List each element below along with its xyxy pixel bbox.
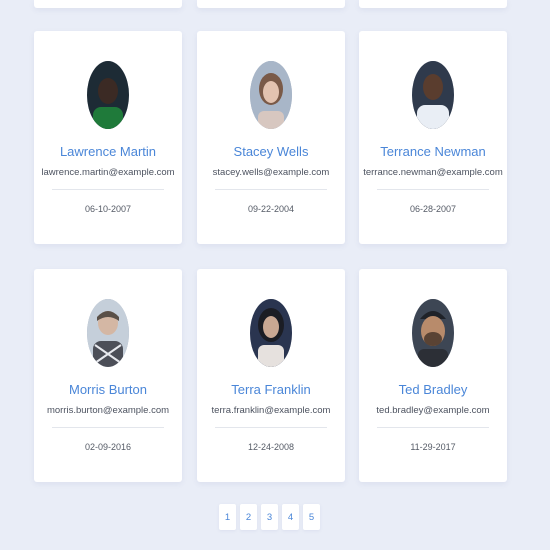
user-card[interactable]: Terra Franklin terra.franklin@example.co…: [197, 269, 345, 482]
avatar: [87, 61, 129, 129]
divider: [215, 189, 327, 190]
user-card[interactable]: Morris Burton morris.burton@example.com …: [34, 269, 182, 482]
page-button-1[interactable]: 1: [219, 504, 236, 530]
page-button-3[interactable]: 3: [261, 504, 278, 530]
person-photo-icon: [87, 61, 129, 129]
user-email: morris.burton@example.com: [46, 405, 170, 416]
user-email: lawrence.martin@example.com: [41, 167, 175, 178]
page-button-5[interactable]: 5: [303, 504, 320, 530]
divider: [52, 189, 164, 190]
pagination: 1 2 3 4 5: [219, 504, 320, 530]
users-page: Lawrence Martin lawrence.martin@example.…: [0, 0, 550, 550]
person-photo-icon: [250, 61, 292, 129]
user-date: 11-29-2017: [410, 442, 456, 452]
user-card-partial: [197, 0, 345, 8]
user-name: Terrance Newman: [380, 144, 486, 159]
user-name: Ted Bradley: [398, 382, 468, 397]
user-name: Terra Franklin: [231, 382, 311, 397]
user-email: stacey.wells@example.com: [212, 167, 330, 178]
avatar: [412, 299, 454, 367]
user-card[interactable]: Lawrence Martin lawrence.martin@example.…: [34, 31, 182, 244]
user-date: 06-10-2007: [84, 204, 132, 214]
page-button-4[interactable]: 4: [282, 504, 299, 530]
page-button-2[interactable]: 2: [240, 504, 257, 530]
user-card-grid: Lawrence Martin lawrence.martin@example.…: [34, 0, 508, 500]
user-email: ted.bradley@example.com: [376, 405, 490, 416]
avatar: [250, 61, 292, 129]
divider: [215, 427, 327, 428]
person-photo-icon: [412, 61, 454, 129]
person-photo-icon: [412, 299, 454, 367]
avatar: [87, 299, 129, 367]
avatar: [412, 61, 454, 129]
user-card[interactable]: Stacey Wells stacey.wells@example.com 09…: [197, 31, 345, 244]
user-email: terra.franklin@example.com: [211, 405, 331, 416]
user-date: 09-22-2004: [247, 204, 295, 214]
person-photo-icon: [87, 299, 129, 367]
user-date: 06-28-2007: [409, 204, 457, 214]
divider: [377, 189, 489, 190]
user-date: 02-09-2016: [84, 442, 132, 452]
user-date: 12-24-2008: [247, 442, 295, 452]
user-email: terrance.newman@example.com: [363, 167, 503, 178]
avatar: [250, 299, 292, 367]
divider: [377, 427, 489, 428]
user-name: Morris Burton: [68, 382, 148, 397]
person-photo-icon: [250, 299, 292, 367]
user-card-partial: [359, 0, 507, 8]
user-name: Stacey Wells: [233, 144, 309, 159]
user-card[interactable]: Ted Bradley ted.bradley@example.com 11-2…: [359, 269, 507, 482]
user-card-partial: [34, 0, 182, 8]
user-name: Lawrence Martin: [59, 144, 157, 159]
divider: [52, 427, 164, 428]
user-card[interactable]: Terrance Newman terrance.newman@example.…: [359, 31, 507, 244]
